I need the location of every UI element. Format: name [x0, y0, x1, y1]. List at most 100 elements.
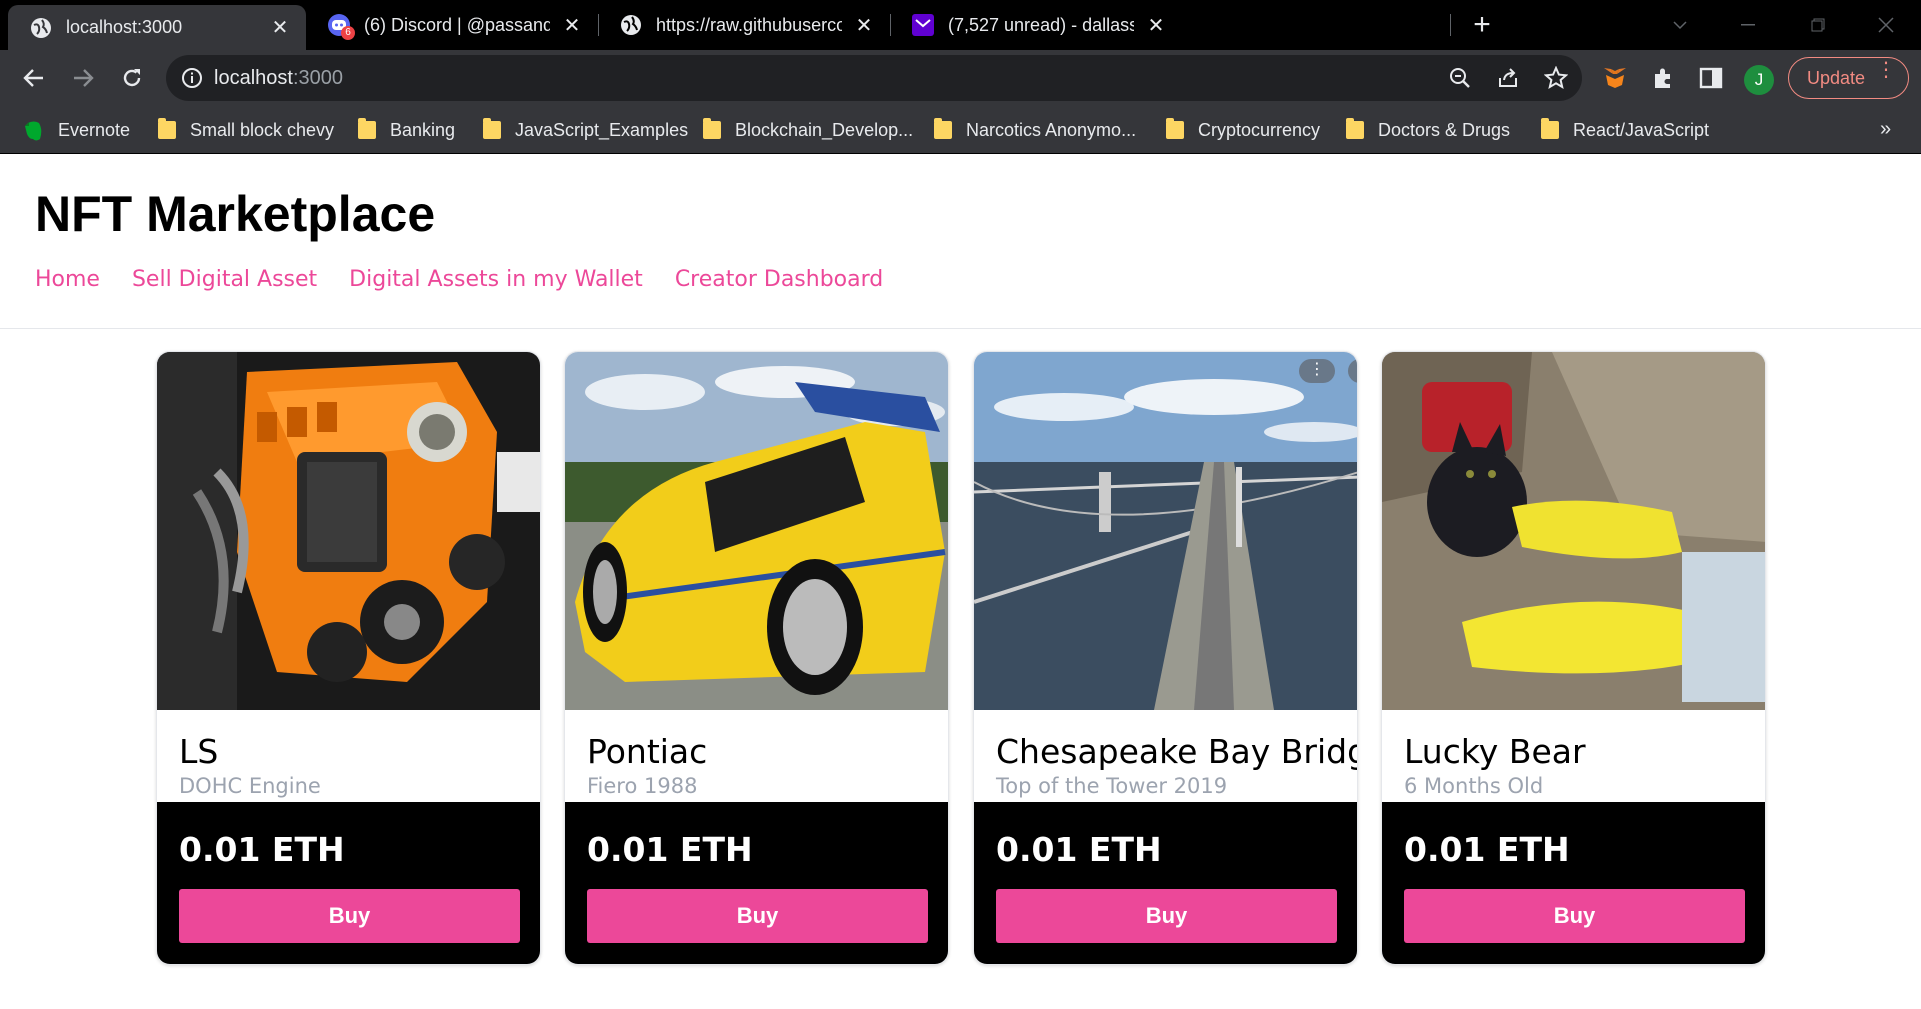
nft-name: LS: [179, 732, 219, 771]
nft-description: Fiero 1988: [587, 774, 698, 798]
page-content: NFT Marketplace Home Sell Digital Asset …: [0, 155, 1921, 1009]
folder-icon: [703, 118, 721, 139]
bookmark-label: React/JavaScript: [1573, 119, 1710, 140]
globe-icon: [620, 14, 642, 36]
metamask-icon[interactable]: [1602, 65, 1628, 91]
minimize-icon[interactable]: [1728, 10, 1768, 40]
profile-avatar[interactable]: J: [1744, 65, 1774, 95]
bookmark-label: Blockchain_Develop...: [735, 119, 914, 140]
yahoo-mail-icon: [912, 14, 934, 36]
update-button[interactable]: Update ⋮: [1788, 57, 1909, 99]
url-port: :3000: [292, 67, 343, 89]
folder-icon: [1166, 118, 1184, 139]
nft-image-engine: [157, 352, 540, 710]
reload-icon[interactable]: [115, 61, 149, 95]
bookmark-label: Narcotics Anonymo...: [966, 119, 1137, 140]
update-label: Update: [1807, 67, 1866, 88]
bookmark-label: Small block chevy: [190, 119, 335, 140]
bookmark-cryptocurrency[interactable]: Cryptocurrency: [1166, 106, 1320, 154]
bookmark-label: Banking: [390, 119, 456, 140]
tab-localhost[interactable]: localhost:3000 ✕: [8, 5, 306, 50]
nav-creator-dashboard[interactable]: Creator Dashboard: [675, 267, 883, 292]
tab-separator: [1450, 14, 1451, 36]
header-divider: [0, 328, 1921, 329]
tab-search-icon[interactable]: [1660, 10, 1700, 40]
buy-button[interactable]: Buy: [1404, 889, 1745, 943]
folder-icon: [358, 118, 376, 139]
site-info-icon[interactable]: [180, 66, 204, 90]
nft-price: 0.01 ETH: [587, 830, 753, 869]
forward-icon[interactable]: [66, 61, 100, 95]
nft-card: LS DOHC Engine 0.01 ETH Buy: [156, 351, 541, 965]
bookmark-blockchain-develop[interactable]: Blockchain_Develop...: [703, 106, 913, 154]
nft-price: 0.01 ETH: [179, 830, 345, 869]
extensions-icon[interactable]: [1651, 65, 1677, 91]
folder-icon: [483, 118, 501, 139]
close-tab-icon[interactable]: ✕: [268, 16, 292, 40]
tab-discord[interactable]: 6 (6) Discord | @passandscore ✕: [306, 0, 598, 50]
close-tab-icon[interactable]: ✕: [560, 13, 584, 37]
bookmark-banking[interactable]: Banking: [358, 106, 455, 154]
nft-image-cat: [1382, 352, 1765, 710]
url-host: localhost: [214, 67, 293, 89]
nav-assets-in-wallet[interactable]: Digital Assets in my Wallet: [349, 267, 643, 292]
folder-icon: [1541, 118, 1559, 139]
close-tab-icon[interactable]: ✕: [852, 13, 876, 37]
tab-title: https://raw.githubusercontent.co: [656, 14, 842, 35]
more-menu-icon[interactable]: ⋮: [1876, 60, 1896, 80]
nft-name: Chesapeake Bay Bridge: [996, 732, 1358, 771]
nft-card-footer: 0.01 ETH Buy: [565, 802, 948, 964]
browser-tab-bar: localhost:3000 ✕ 6 (6) Discord | @passan…: [0, 0, 1921, 50]
nft-image-bridge: ⋮: [974, 352, 1357, 710]
bookmark-narcotics-anonymous[interactable]: Narcotics Anonymo...: [934, 106, 1136, 154]
nav-home[interactable]: Home: [35, 267, 100, 292]
close-window-icon[interactable]: [1866, 10, 1906, 40]
nft-description: 6 Months Old: [1404, 774, 1544, 798]
restore-icon[interactable]: [1798, 10, 1838, 40]
page-title: NFT Marketplace: [35, 186, 436, 242]
nft-card-footer: 0.01 ETH Buy: [974, 802, 1357, 964]
bookmark-javascript-examples[interactable]: JavaScript_Examples: [483, 106, 688, 154]
folder-icon: [1346, 118, 1364, 139]
main-nav: Home Sell Digital Asset Digital Assets i…: [35, 267, 915, 292]
bookmark-evernote[interactable]: Evernote: [24, 106, 130, 154]
bookmark-star-icon[interactable]: [1543, 65, 1569, 90]
nft-price: 0.01 ETH: [996, 830, 1162, 869]
side-panel-icon[interactable]: [1698, 65, 1724, 91]
notification-badge: 6: [341, 26, 355, 40]
nft-price: 0.01 ETH: [1404, 830, 1570, 869]
bookmarks-bar: Evernote Small block chevy Banking JavaS…: [0, 106, 1921, 154]
new-tab-icon[interactable]: +: [1466, 10, 1498, 42]
tab-title: (7,527 unread) - dallasstars2021@: [948, 14, 1134, 35]
image-options-icon[interactable]: ⋮: [1299, 359, 1335, 383]
tab-yahoo-mail[interactable]: (7,527 unread) - dallasstars2021@ ✕: [890, 0, 1182, 50]
bookmark-small-block-chevy[interactable]: Small block chevy: [158, 106, 334, 154]
globe-icon: [30, 17, 52, 39]
discord-icon: 6: [328, 14, 355, 40]
nav-sell-digital-asset[interactable]: Sell Digital Asset: [132, 267, 317, 292]
bookmark-react-javascript[interactable]: React/JavaScript: [1541, 106, 1709, 154]
tab-title: (6) Discord | @passandscore: [364, 14, 550, 35]
buy-button[interactable]: Buy: [996, 889, 1337, 943]
nft-name: Lucky Bear: [1404, 732, 1586, 771]
nft-name: Pontiac: [587, 732, 708, 771]
bookmark-label: Doctors & Drugs: [1378, 119, 1511, 140]
nft-description: Top of the Tower 2019: [996, 774, 1228, 798]
evernote-icon: [24, 120, 44, 141]
bookmark-doctors-drugs[interactable]: Doctors & Drugs: [1346, 106, 1510, 154]
more-bookmarks-icon[interactable]: »: [1880, 118, 1891, 141]
nft-description: DOHC Engine: [179, 774, 321, 798]
nft-card-footer: 0.01 ETH Buy: [157, 802, 540, 964]
url-text[interactable]: localhost:3000: [214, 67, 343, 90]
nft-card: ⋮ Chesapeake Bay Bridge Top of the Tower…: [973, 351, 1358, 965]
tab-github-raw[interactable]: https://raw.githubusercontent.co ✕: [598, 0, 890, 50]
address-bar[interactable]: localhost:3000: [166, 55, 1582, 101]
zoom-icon[interactable]: [1448, 66, 1472, 90]
nft-card: Pontiac Fiero 1988 0.01 ETH Buy: [564, 351, 949, 965]
close-tab-icon[interactable]: ✕: [1144, 13, 1168, 37]
back-icon[interactable]: [17, 61, 51, 95]
buy-button[interactable]: Buy: [179, 889, 520, 943]
folder-icon: [934, 118, 952, 139]
buy-button[interactable]: Buy: [587, 889, 928, 943]
share-icon[interactable]: [1496, 66, 1520, 90]
